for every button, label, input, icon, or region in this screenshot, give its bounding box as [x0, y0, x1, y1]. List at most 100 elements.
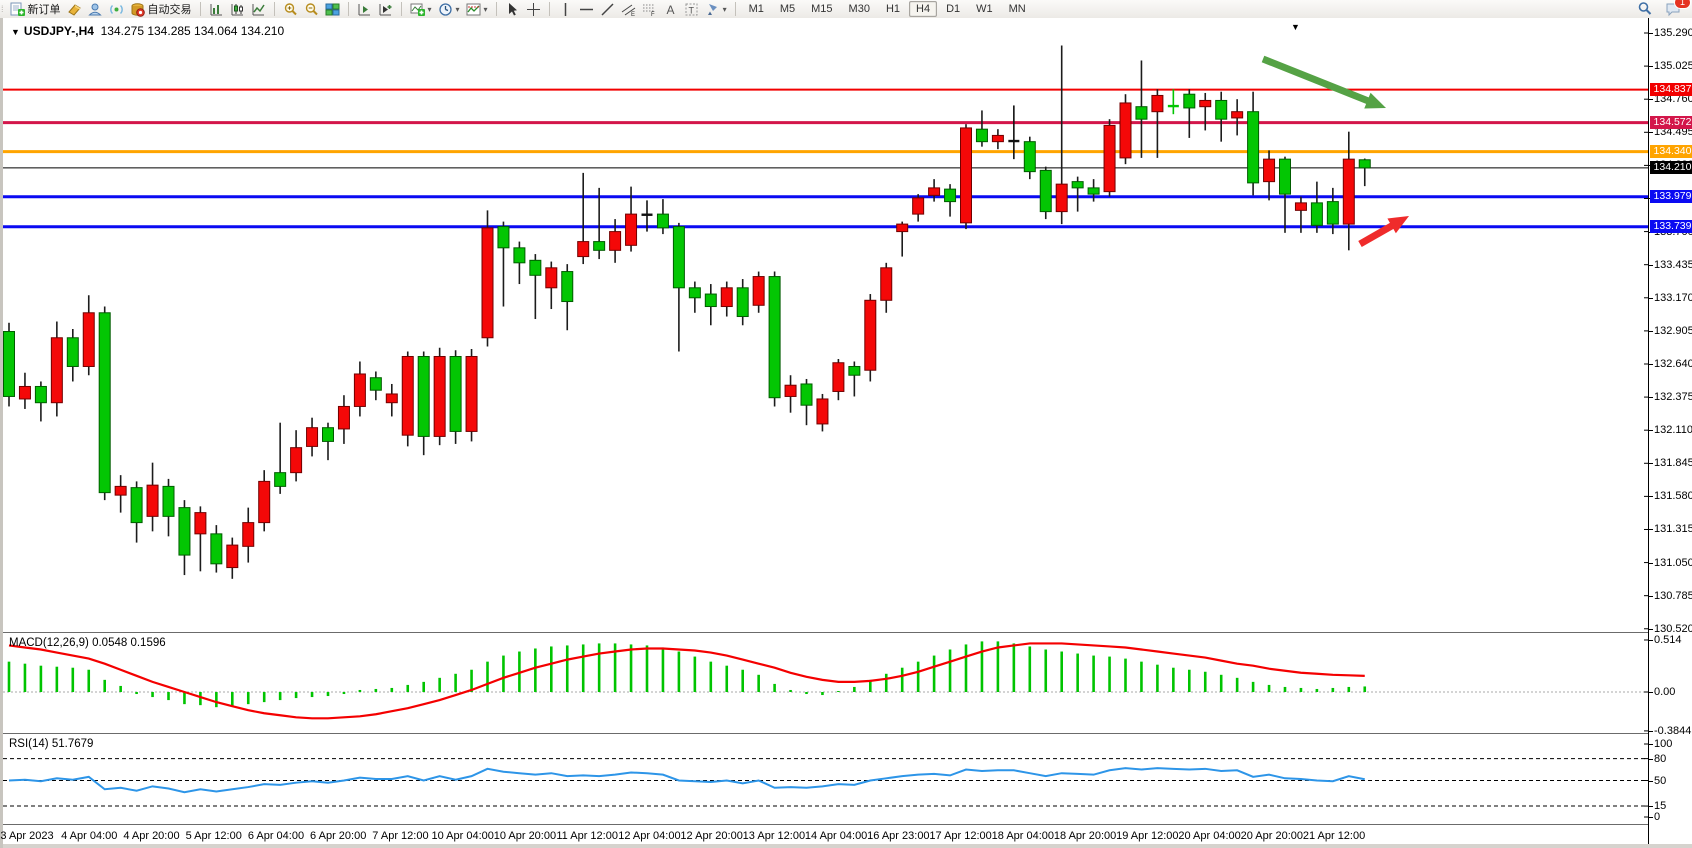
candle	[498, 222, 509, 307]
cursor-button[interactable]	[502, 1, 523, 18]
line-chart-icon	[251, 2, 266, 17]
axis-tick-label: -0.3844	[1654, 725, 1691, 737]
toolbar-separator	[549, 2, 550, 16]
dropdown-caret: ▾	[456, 5, 460, 14]
profile-button[interactable]	[85, 1, 106, 18]
time-axis-label: 11 Apr 12:00	[556, 830, 618, 842]
macd-values: 0.0548 0.1596	[92, 637, 166, 649]
profile-icon	[88, 2, 103, 17]
axis-tick-label: 131.315	[1654, 523, 1692, 535]
candle	[291, 430, 302, 481]
candle	[147, 463, 158, 532]
fibonacci-button[interactable]: F	[639, 1, 660, 18]
rsi-panel[interactable]	[3, 734, 1648, 826]
time-axis-label: 18 Apr 04:00	[992, 830, 1054, 842]
axis-tick-label: 132.640	[1654, 358, 1692, 370]
periods-icon	[438, 2, 453, 17]
bounce-up-arrow[interactable]	[1360, 216, 1409, 244]
candle	[833, 359, 844, 400]
axis-tick	[1649, 563, 1653, 564]
scroll-end-marker[interactable]: ▼	[1291, 22, 1300, 32]
candle	[4, 323, 15, 407]
chart-autoscroll-button[interactable]	[375, 1, 396, 18]
candle	[1359, 159, 1370, 187]
timeframe-group: M1M5M15M30H1H4D1W1MN	[738, 0, 1037, 18]
candle	[961, 124, 972, 229]
mt4-application: ⁞ 新订单 自动交易	[0, 0, 1692, 848]
candle	[945, 184, 956, 216]
vertical-line-button[interactable]	[555, 1, 576, 18]
shapes-button[interactable]: ▾	[702, 1, 730, 18]
candlestick-chart-button[interactable]	[227, 1, 248, 18]
timeframe-m5[interactable]: M5	[773, 1, 802, 17]
candle	[578, 173, 589, 264]
channel-button[interactable]: E	[618, 1, 639, 18]
axis-tick	[1649, 364, 1653, 365]
axis-tick-label: 80	[1654, 753, 1666, 765]
text-button[interactable]: A	[660, 1, 681, 18]
axis-tick	[1649, 692, 1653, 693]
axis-tick	[1649, 99, 1653, 100]
macd-name: MACD(12,26,9)	[9, 637, 89, 649]
crosshair-button[interactable]	[523, 1, 544, 18]
timeframe-m15[interactable]: M15	[804, 1, 839, 17]
macd-panel[interactable]	[3, 633, 1648, 732]
rsi-chart-canvas	[3, 734, 1648, 826]
timeframe-mn[interactable]: MN	[1002, 1, 1033, 17]
candle	[195, 506, 206, 571]
label-button[interactable]: T	[681, 1, 702, 18]
axis-tick-label: 132.905	[1654, 325, 1692, 337]
time-axis-label: 18 Apr 20:00	[1054, 830, 1116, 842]
new-order-button[interactable]: 新订单	[7, 0, 64, 18]
styler-button[interactable]	[64, 1, 85, 18]
timeframe-h1[interactable]: H1	[879, 1, 907, 17]
chart-dropdown-icon[interactable]: ▼	[11, 27, 20, 37]
styler-icon	[67, 2, 82, 17]
zoom-in-button[interactable]	[280, 1, 301, 18]
candle	[1311, 182, 1322, 233]
new-order-icon	[10, 2, 25, 17]
axis-tick-label: 0	[1654, 811, 1660, 823]
add-indicator-button[interactable]: ▾	[407, 1, 435, 18]
time-axis-label: 14 Apr 04:00	[805, 830, 867, 842]
candle	[338, 395, 349, 444]
candle	[1248, 92, 1259, 196]
bar-chart-icon	[209, 2, 224, 17]
templates-button[interactable]: ▾	[463, 1, 491, 18]
timeframe-h4[interactable]: H4	[909, 1, 937, 17]
auto-trading-button[interactable]: 自动交易	[127, 0, 195, 18]
zoom-out-button[interactable]	[301, 1, 322, 18]
down-trend-arrow[interactable]	[1263, 59, 1386, 108]
line-chart-button[interactable]	[248, 1, 269, 18]
periods-button[interactable]: ▾	[435, 1, 463, 18]
axis-tick	[1649, 66, 1653, 67]
candle	[546, 262, 557, 309]
bar-chart-button[interactable]	[206, 1, 227, 18]
time-axis[interactable]: 3 Apr 20234 Apr 04:004 Apr 20:005 Apr 12…	[3, 826, 1648, 844]
chart-shift-button[interactable]	[354, 1, 375, 18]
vertical-line-icon	[558, 2, 573, 17]
price-axis[interactable]: 135.290135.025134.760134.495134.230133.9…	[1648, 18, 1692, 848]
axis-tick	[1649, 33, 1653, 34]
timeframe-d1[interactable]: D1	[939, 1, 967, 17]
timeframe-m30[interactable]: M30	[842, 1, 877, 17]
time-axis-label: 3 Apr 2023	[0, 830, 53, 842]
rsi-values: 51.7679	[52, 738, 94, 750]
candle	[482, 210, 493, 346]
price-line-badge: 134.837	[1650, 83, 1692, 96]
candle	[67, 329, 78, 381]
broadcast-button[interactable]	[106, 1, 127, 18]
trendline-button[interactable]	[597, 1, 618, 18]
horizontal-line-button[interactable]	[576, 1, 597, 18]
chat-button[interactable]: 1	[1662, 0, 1684, 18]
timeframe-w1[interactable]: W1	[969, 1, 1000, 17]
main-chart-panel[interactable]	[3, 18, 1648, 631]
tile-windows-button[interactable]	[322, 1, 343, 18]
candlestick-chart-canvas	[3, 18, 1648, 631]
axis-tick-label: 133.435	[1654, 259, 1692, 271]
axis-tick	[1649, 132, 1653, 133]
timeframe-m1[interactable]: M1	[742, 1, 771, 17]
search-button[interactable]	[1634, 0, 1656, 18]
candle	[370, 371, 381, 400]
candle	[514, 242, 525, 284]
